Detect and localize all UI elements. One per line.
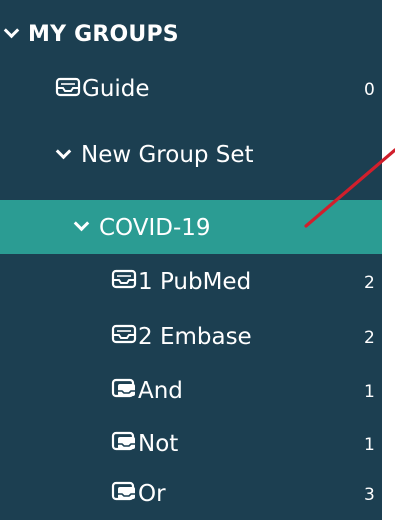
group-item-and[interactable]: And 1 (0, 363, 382, 417)
combined-group-icon (110, 378, 138, 398)
my-groups-label: MY GROUPS (28, 22, 179, 47)
group-tray-icon (110, 324, 138, 344)
group-set-new-group-set[interactable]: New Group Set (0, 130, 382, 184)
my-groups-panel: MY GROUPS Guide 0 New Group Set COVID-19 (0, 0, 382, 520)
group-set-covid-19[interactable]: COVID-19 (0, 200, 382, 254)
reference-count: 2 (364, 273, 375, 293)
group-tray-icon (54, 77, 82, 97)
group-item-or[interactable]: Or 3 (0, 466, 382, 520)
group-item-label: 1 PubMed (138, 269, 252, 295)
reference-count: 0 (364, 80, 375, 100)
group-set-label: COVID-19 (99, 215, 211, 241)
group-item-not[interactable]: Not 1 (0, 416, 382, 470)
group-item-label: 2 Embase (138, 324, 252, 350)
reference-count: 3 (364, 485, 375, 505)
reference-count: 1 (364, 435, 375, 455)
group-item-1-pubmed[interactable]: 1 PubMed 2 (0, 254, 382, 308)
chevron-down-icon[interactable] (3, 22, 20, 39)
group-item-2-embase[interactable]: 2 Embase 2 (0, 309, 382, 363)
reference-count: 2 (364, 328, 375, 348)
chevron-down-icon[interactable] (73, 215, 90, 232)
group-set-label: New Group Set (81, 142, 254, 168)
panel-right-edge (382, 0, 395, 520)
group-item-label: And (138, 378, 183, 404)
reference-count: 1 (364, 382, 375, 402)
group-item-label: Not (138, 431, 179, 457)
combined-group-icon (110, 481, 138, 501)
group-tray-icon (110, 269, 138, 289)
combined-group-icon (110, 431, 138, 451)
chevron-down-icon[interactable] (55, 143, 72, 160)
group-item-label: Guide (82, 76, 150, 102)
my-groups-header[interactable]: MY GROUPS (0, 8, 382, 62)
group-item-guide[interactable]: Guide 0 (0, 62, 382, 116)
group-item-label: Or (138, 481, 166, 507)
